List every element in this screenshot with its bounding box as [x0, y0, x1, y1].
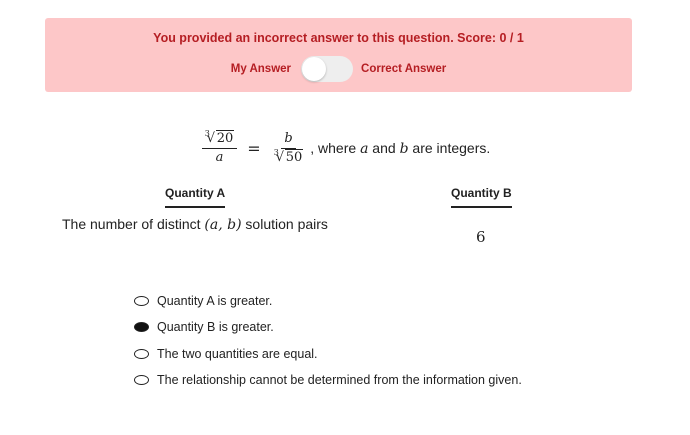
rhs-cube-root: 3 √ 50 [273, 148, 304, 165]
quantity-b-heading: Quantity B [451, 186, 512, 208]
answer-toggle-row: My Answer Correct Answer [45, 56, 632, 82]
my-answer-label[interactable]: My Answer [231, 63, 291, 75]
rhs-fraction: b 3 √ 50 [271, 131, 307, 166]
option-a[interactable]: Quantity A is greater. [134, 288, 522, 314]
answer-options: Quantity A is greater. Quantity B is gre… [134, 288, 522, 393]
quantity-b-value: 6 [476, 228, 486, 246]
quantity-a-value: The number of distinct (a, b) solution p… [62, 216, 328, 233]
option-c-label[interactable]: The two quantities are equal. [157, 347, 318, 361]
toggle-knob[interactable] [302, 57, 327, 81]
option-b-label[interactable]: Quantity B is greater. [157, 320, 274, 334]
score-message: You provided an incorrect answer to this… [153, 31, 524, 45]
option-a-label[interactable]: Quantity A is greater. [157, 294, 272, 308]
lhs-denominator: a [215, 150, 224, 165]
lhs-cube-root: 3 √ 20 [204, 129, 235, 146]
question-condition: , where a and b are integers. [310, 140, 491, 157]
radio-option-a[interactable] [134, 296, 149, 307]
incorrect-answer-banner: You provided an incorrect answer to this… [45, 18, 632, 92]
option-d-label[interactable]: The relationship cannot be determined fr… [157, 373, 522, 387]
question-equation: 3 √ 20 a = b 3 √ 50 , where a and b are … [0, 129, 690, 166]
radio-option-c[interactable] [134, 348, 149, 359]
radio-option-b[interactable] [134, 322, 149, 333]
option-b[interactable]: Quantity B is greater. [134, 314, 522, 340]
rhs-numerator: b [281, 131, 296, 149]
radio-option-d[interactable] [134, 375, 149, 386]
correct-answer-label[interactable]: Correct Answer [361, 63, 446, 75]
option-d[interactable]: The relationship cannot be determined fr… [134, 367, 522, 393]
quantity-a-heading: Quantity A [165, 186, 226, 208]
lhs-fraction: 3 √ 20 a [201, 129, 238, 166]
equals-sign: = [247, 139, 261, 158]
option-c[interactable]: The two quantities are equal. [134, 341, 522, 367]
answer-toggle-switch[interactable] [301, 56, 354, 82]
